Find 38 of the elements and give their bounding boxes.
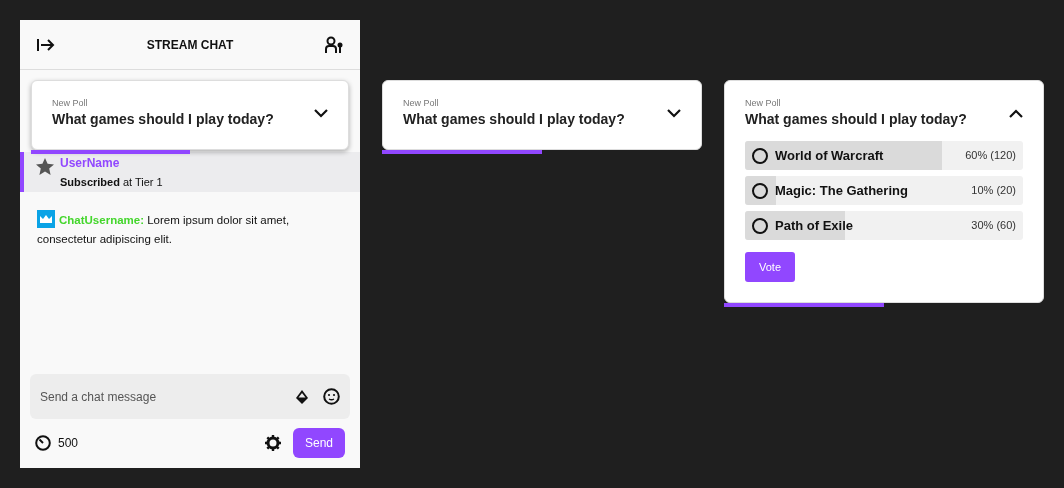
poll-question: What games should I play today? <box>52 110 274 129</box>
option-result: 60% (120) <box>965 148 1016 164</box>
emoji-icon[interactable] <box>323 388 340 405</box>
message-field[interactable]: Send a chat message <box>40 387 294 406</box>
drop-icon[interactable] <box>294 388 310 405</box>
radio-icon <box>752 147 768 164</box>
poll-option[interactable]: World of Warcraft 60% (120) <box>745 141 1023 170</box>
star-icon <box>36 158 54 175</box>
option-label: Path of Exile <box>775 216 854 235</box>
poll-option[interactable]: Path of Exile 30% (60) <box>745 211 1023 240</box>
poll-label: New Poll <box>52 97 89 109</box>
option-result: 10% (20) <box>971 183 1016 199</box>
settings-icon[interactable] <box>265 434 281 451</box>
subscription-text: Subscribed at Tier 1 <box>60 175 163 190</box>
timer-icon <box>35 434 51 451</box>
users-icon[interactable] <box>325 35 343 54</box>
chevron-down-icon[interactable] <box>314 108 328 118</box>
option-result: 30% (60) <box>971 218 1016 234</box>
chat-title: STREAM CHAT <box>146 36 234 54</box>
chevron-up-icon[interactable] <box>1009 108 1023 118</box>
radio-icon <box>752 217 768 234</box>
poll-question: What games should I play today? <box>745 110 967 129</box>
username: UserName <box>60 156 121 170</box>
crown-icon <box>37 210 55 228</box>
poll-option[interactable]: Magic: The Gathering 10% (20) <box>745 176 1023 205</box>
points-count: 500 <box>58 434 79 452</box>
option-label: World of Warcraft <box>775 146 884 165</box>
chevron-down-icon[interactable] <box>667 108 681 118</box>
collapse-icon[interactable] <box>37 37 55 52</box>
send-button[interactable]: Send <box>293 427 345 458</box>
radio-icon <box>752 182 768 199</box>
chat-message: ChatUsername: Lorem ipsum dolor sit amet, consectetur adipiscing elit. <box>37 210 343 249</box>
poll-question: What games should I play today? <box>403 110 625 129</box>
option-label: Magic: The Gathering <box>775 181 908 200</box>
vote-button[interactable]: Vote <box>745 252 795 282</box>
poll-label: New Poll <box>403 97 440 109</box>
chat-input[interactable]: Send a chat message <box>30 374 350 419</box>
poll-label: New Poll <box>745 97 782 109</box>
